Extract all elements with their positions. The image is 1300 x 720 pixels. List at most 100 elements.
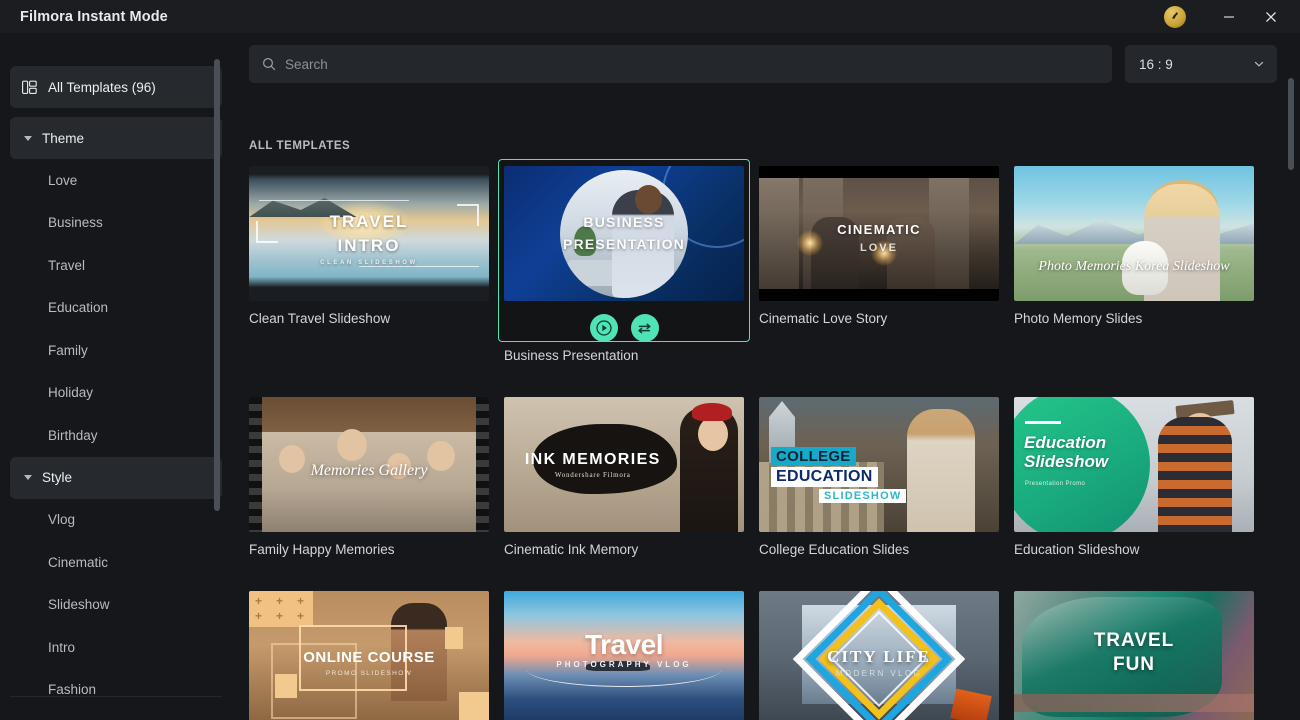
main-panel: 16 : 9 ALL TEMPLATES TRAVEL INTRO (240, 33, 1300, 720)
template-title: Clean Travel Slideshow (249, 311, 391, 326)
thumb-line1: TRAVEL (329, 212, 409, 231)
sidebar-group-label: Theme (42, 130, 85, 146)
template-title: Business Presentation (504, 348, 639, 363)
sidebar-scrollbar[interactable] (214, 59, 220, 511)
thumb-line3: SLIDESHOW (819, 489, 907, 503)
play-button[interactable] (589, 314, 618, 342)
thumb-line1: COLLEGE (771, 447, 856, 466)
template-card[interactable]: Photo Memories Korea Slideshow Photo Mem… (1014, 166, 1254, 364)
close-button[interactable] (1250, 0, 1292, 33)
sidebar-group-theme[interactable]: Theme (10, 117, 222, 159)
thumb-line2: FUN (1112, 654, 1156, 675)
template-title: College Education Slides (759, 542, 910, 557)
toolbar: 16 : 9 (249, 45, 1284, 83)
search-input[interactable] (285, 56, 1112, 72)
thumb-line1: TRAVEL (1093, 630, 1175, 651)
sidebar-item-business[interactable]: Business (10, 202, 222, 245)
template-card[interactable]: TRAVEL INTRO CLEAN SLIDESHOW Clean Trave… (249, 166, 489, 364)
template-card[interactable]: Memories Gallery Family Happy Memories (249, 397, 489, 558)
sidebar-item-label: All Templates (96) (48, 79, 156, 95)
sidebar-item-label: Fashion (48, 682, 97, 698)
sidebar-item-fashion[interactable]: Fashion (10, 669, 222, 712)
sidebar: All Templates (96) Theme Love Business T… (0, 33, 232, 720)
template-card[interactable]: INK MEMORIES Wondershare Filmora Cinemat… (504, 397, 744, 558)
search-icon (262, 57, 276, 71)
template-card[interactable]: CINEMATIC LOVE Cinematic Love Story (759, 166, 999, 364)
thumb-line1: CITY LIFE (827, 647, 931, 666)
thumb-line2: MODERN VLOG (835, 669, 923, 678)
title-bar: Filmora Instant Mode (0, 0, 1300, 33)
window-controls (1164, 0, 1300, 33)
template-thumbnail[interactable]: COLLEGE EDUCATION SLIDESHOW (759, 397, 999, 532)
sidebar-item-label: Education (48, 300, 109, 316)
chevron-down-icon (24, 475, 32, 480)
sidebar-item-all-templates[interactable]: All Templates (96) (10, 66, 222, 108)
template-card[interactable]: Education Slideshow Presentation Promo E… (1014, 397, 1254, 558)
templates-grid-icon (22, 80, 37, 94)
template-card-selected[interactable]: BUSINESS PRESENTATION Business Presentat… (498, 159, 750, 364)
main-scrollbar[interactable] (1288, 78, 1294, 170)
template-thumbnail[interactable]: Education Slideshow Presentation Promo (1014, 397, 1254, 532)
sidebar-item-label: Birthday (48, 427, 98, 443)
sidebar-group-style[interactable]: Style (10, 456, 222, 499)
swap-media-button[interactable] (630, 314, 659, 342)
aspect-ratio-select[interactable]: 16 : 9 (1125, 45, 1277, 83)
thumb-line2: PHOTOGRAPHY VLOG (556, 660, 692, 669)
thumb-line1: Memories Gallery (310, 461, 428, 479)
template-thumbnail[interactable]: INK MEMORIES Wondershare Filmora (504, 397, 744, 532)
thumb-line1: INK MEMORIES (524, 451, 661, 468)
template-thumbnail[interactable]: Photo Memories Korea Slideshow (1014, 166, 1254, 301)
template-card[interactable]: COLLEGE EDUCATION SLIDESHOW College Educ… (759, 397, 999, 558)
template-thumbnail[interactable]: + + + + + + ONLINE COURSE PROMO SLIDESHOW (249, 591, 489, 720)
aspect-ratio-value: 16 : 9 (1139, 56, 1173, 72)
thumb-line2: PROMO SLIDESHOW (325, 670, 413, 677)
swap-arrows-icon (638, 323, 651, 333)
minimize-button[interactable] (1208, 0, 1250, 33)
sidebar-item-cinematic[interactable]: Cinematic (10, 541, 222, 584)
sidebar-item-intro[interactable]: Intro (10, 626, 222, 669)
chevron-down-icon (1254, 61, 1264, 67)
sidebar-item-label: Intro (48, 639, 76, 655)
template-thumbnail[interactable]: CINEMATIC LOVE (759, 166, 999, 301)
sidebar-item-family[interactable]: Family (10, 329, 222, 372)
template-card[interactable]: Travel PHOTOGRAPHY VLOG Travel Photograp… (504, 591, 744, 720)
account-badge-icon[interactable] (1164, 5, 1186, 28)
template-title: Cinematic Ink Memory (504, 542, 639, 557)
thumb-line1: Photo Memories Korea Slideshow (1038, 259, 1230, 274)
sidebar-item-slideshow[interactable]: Slideshow (10, 584, 222, 627)
sidebar-item-label: Slideshow (48, 597, 110, 613)
template-title: Family Happy Memories (249, 542, 395, 557)
template-title: Education Slideshow (1014, 542, 1140, 557)
template-card[interactable]: TRAVEL FUN Travel Fun (1014, 591, 1254, 720)
sidebar-item-education[interactable]: Education (10, 287, 222, 330)
sidebar-item-label: Family (48, 342, 88, 358)
sidebar-item-holiday[interactable]: Holiday (10, 372, 222, 415)
thumb-line3: CLEAN SLIDESHOW (320, 260, 418, 266)
sidebar-item-love[interactable]: Love (10, 159, 222, 202)
thumb-line2: LOVE (860, 242, 898, 254)
thumb-line2: Wondershare Filmora (554, 471, 631, 480)
card-actions (504, 308, 744, 348)
template-thumbnail[interactable]: Memories Gallery (249, 397, 489, 532)
template-thumbnail[interactable]: Travel PHOTOGRAPHY VLOG (504, 591, 744, 720)
sidebar-item-birthday[interactable]: Birthday (10, 414, 222, 457)
sidebar-item-vlog[interactable]: Vlog (10, 499, 222, 542)
chevron-down-icon (24, 135, 32, 141)
template-thumbnail[interactable]: TRAVEL INTRO CLEAN SLIDESHOW (249, 166, 489, 301)
thumb-line2: PRESENTATION (563, 236, 685, 252)
sidebar-item-label: Travel (48, 257, 86, 273)
template-card[interactable]: +++ +++ ONLINE COURSE PROMO SLIDESHOW On… (249, 591, 489, 720)
template-thumbnail[interactable]: TRAVEL FUN (1014, 591, 1254, 720)
search-box[interactable] (249, 45, 1112, 83)
thumb-line2: Slideshow (1024, 452, 1109, 471)
sidebar-item-travel[interactable]: Travel (10, 244, 222, 287)
template-thumbnail[interactable]: BUSINESS PRESENTATION (504, 166, 744, 301)
thumb-line2: EDUCATION (771, 467, 878, 487)
sidebar-item-label: Love (48, 172, 78, 188)
sidebar-item-label: Holiday (48, 385, 94, 401)
template-card[interactable]: CITY LIFE MODERN VLOG City Life Vlog (759, 591, 999, 720)
template-thumbnail[interactable]: CITY LIFE MODERN VLOG (759, 591, 999, 720)
sidebar-group-label: Style (42, 470, 73, 485)
play-icon (595, 320, 612, 336)
template-title: Cinematic Love Story (759, 311, 888, 326)
